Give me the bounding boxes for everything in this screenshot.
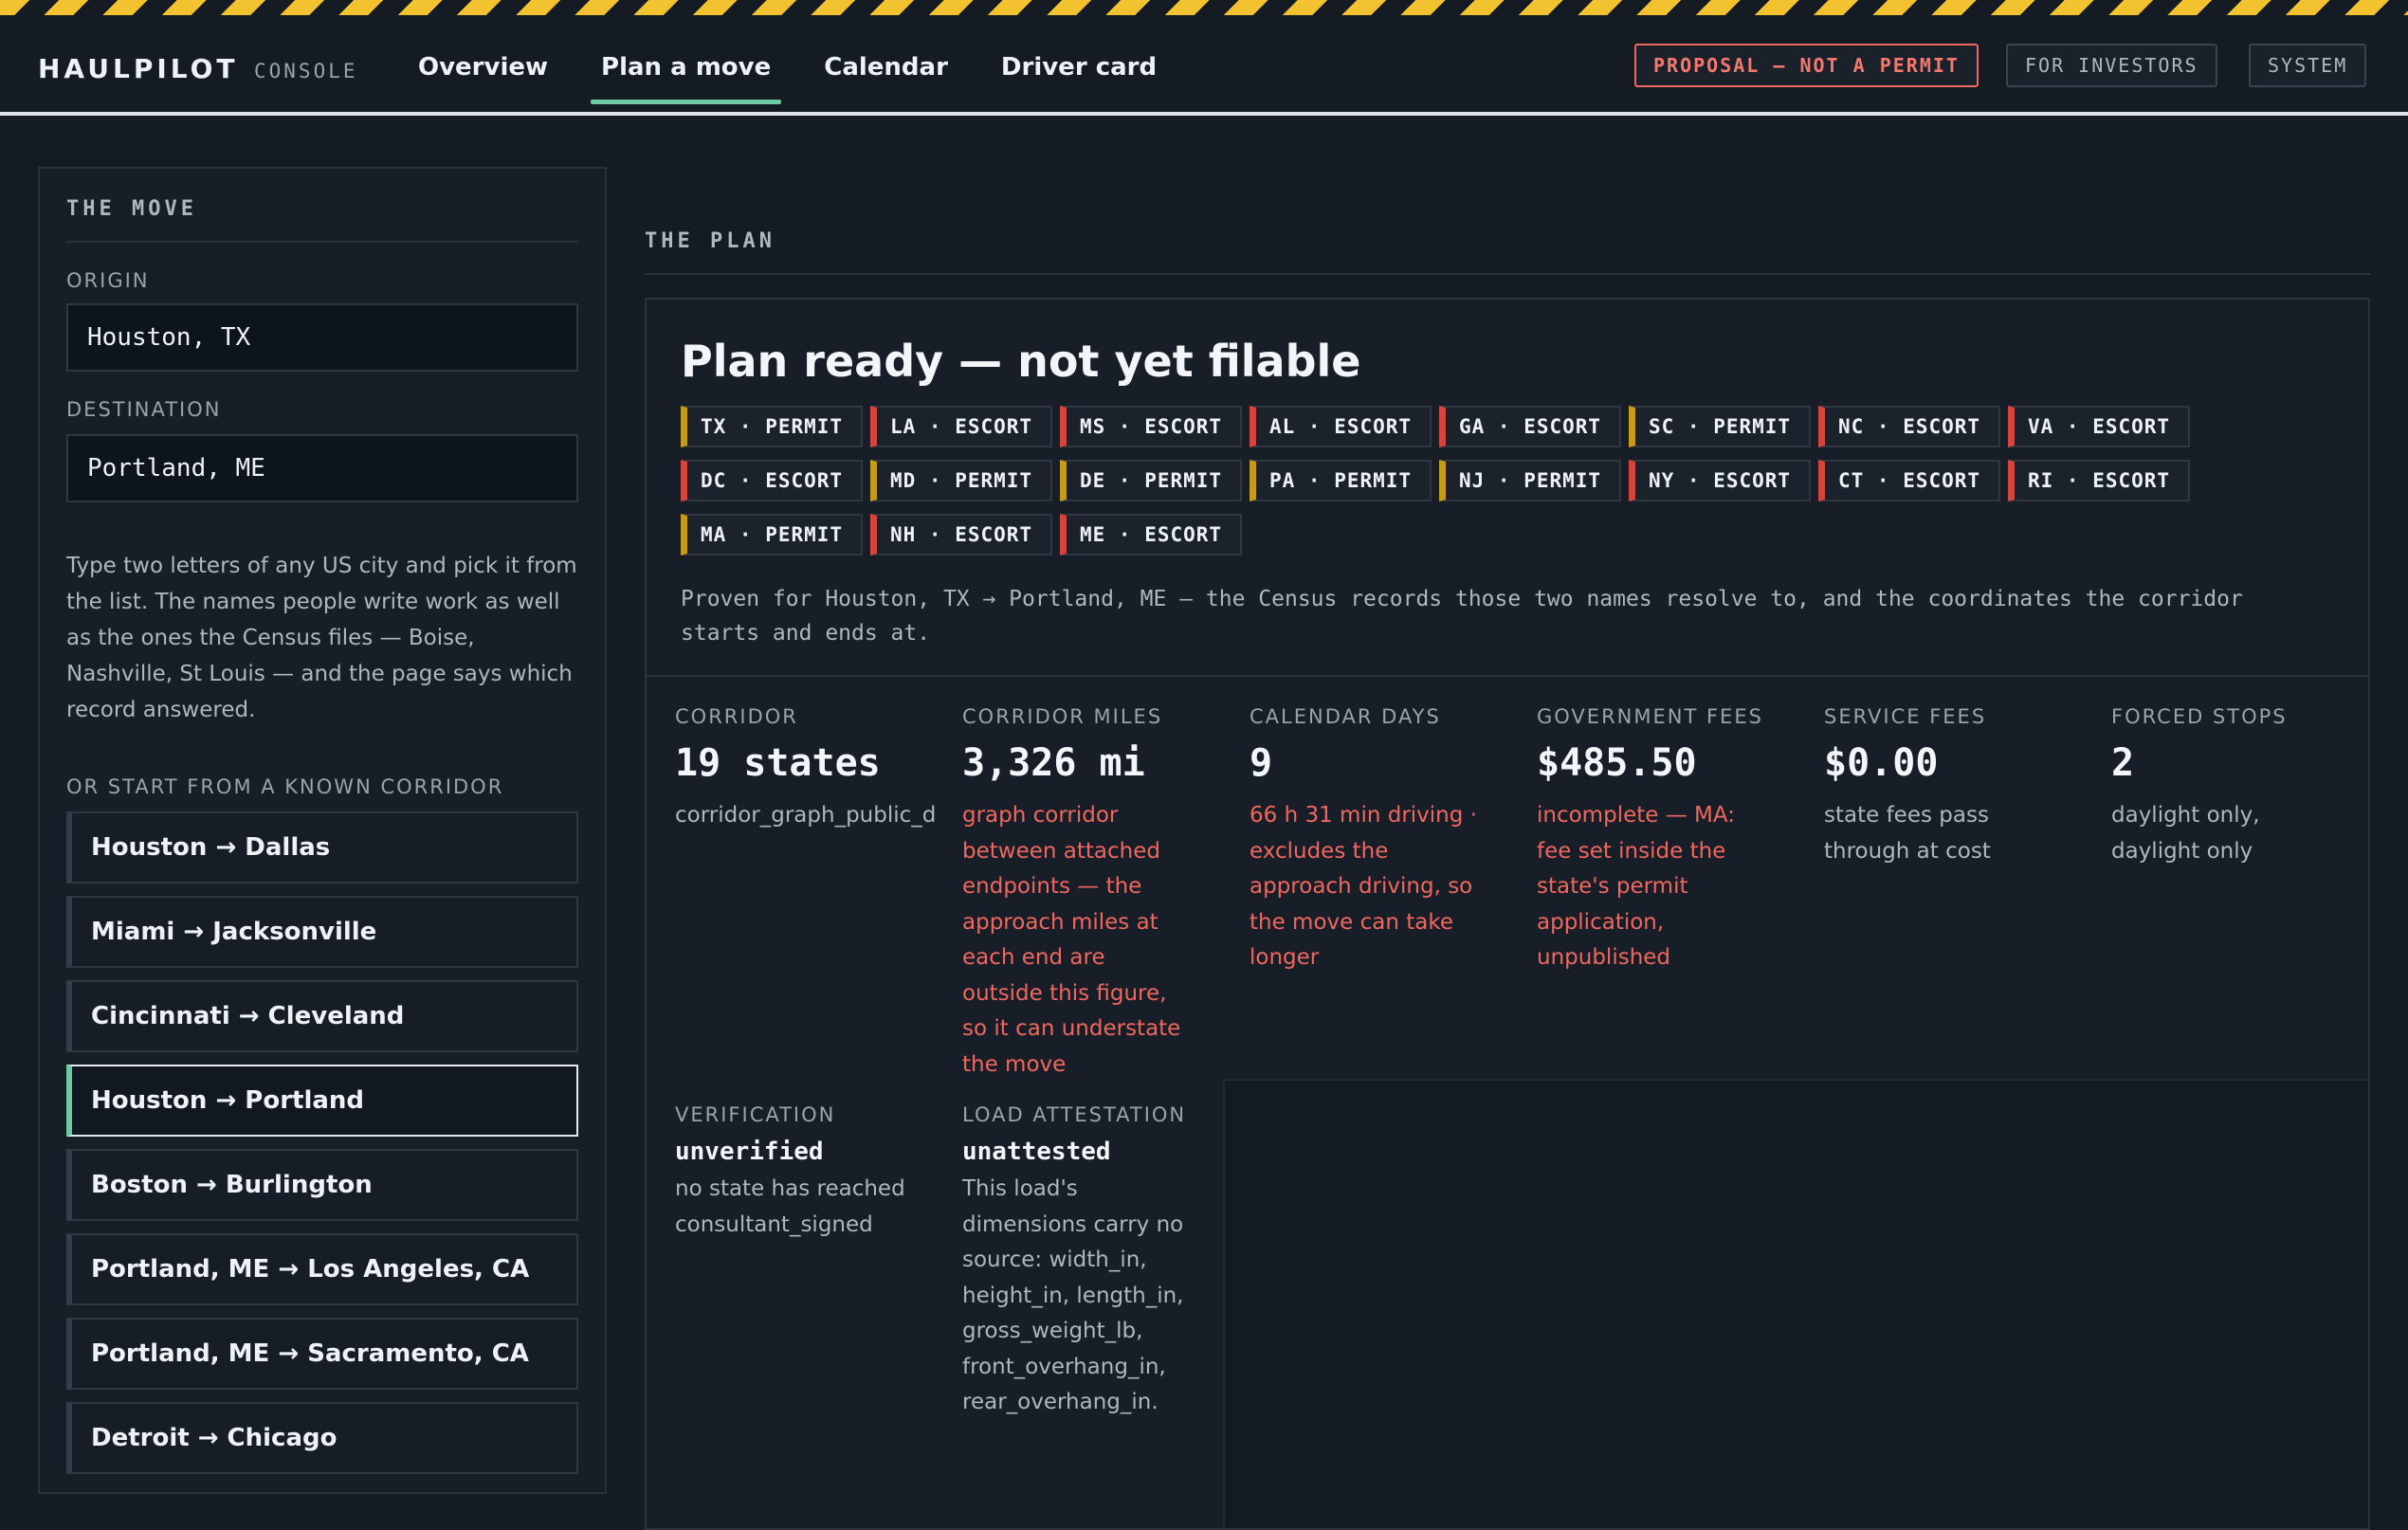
stat-corridor-miles: CORRIDOR MILES 3,326 mi graph corridor b… [962, 705, 1237, 1083]
stat-note: 66 h 31 min driving · excludes the appro… [1250, 803, 1477, 970]
state-chip[interactable]: CT · ESCORT [1818, 460, 2000, 501]
stat-label: VERIFICATION [675, 1103, 836, 1126]
state-chip[interactable]: VA · ESCORT [2008, 406, 2190, 447]
stat-value: 3,326 mi [962, 741, 1145, 785]
state-chip[interactable]: MS · ESCORT [1060, 406, 1242, 447]
corridor-item-selected[interactable]: Houston → Portland [66, 1065, 578, 1137]
stat-label: FORCED STOPS [2111, 705, 2288, 728]
detail-pane [1223, 1079, 2368, 1528]
stat-label: SERVICE FEES [1824, 705, 1987, 728]
stat-value: unattested [962, 1138, 1111, 1166]
stat-note: no state has reached consultant_signed [675, 1176, 905, 1237]
destination-label: DESTINATION [66, 398, 222, 421]
state-chip[interactable]: TX · PERMIT [681, 406, 863, 447]
stat-load-attestation: LOAD ATTESTATION unattested This load's … [962, 1103, 1237, 1421]
corridor-item[interactable]: Detroit → Chicago [66, 1402, 578, 1474]
state-chip[interactable]: NY · ESCORT [1629, 460, 1811, 501]
stat-value: 2 [2111, 741, 2135, 785]
destination-input[interactable]: Portland, ME [66, 434, 578, 502]
stat-forced-stops: FORCED STOPS 2 daylight only, daylight o… [2111, 705, 2386, 869]
divider [647, 675, 2368, 677]
plan-card: Plan ready — not yet filable TX · PERMIT… [645, 298, 2370, 1530]
tab-driver-card[interactable]: Driver card [981, 44, 1177, 95]
help-text: Type two letters of any US city and pick… [66, 554, 577, 722]
stat-government-fees: GOVERNMENT FEES $485.50 incomplete — MA:… [1537, 705, 1812, 976]
state-chip[interactable]: MA · PERMIT [681, 514, 863, 556]
top-bar: HAULPILOT CONSOLE Overview Plan a move C… [0, 15, 2408, 116]
stat-note: incomplete — MA: fee set inside the stat… [1537, 803, 1735, 970]
stat-calendar-days: CALENDAR DAYS 9 66 h 31 min driving · ex… [1250, 705, 1524, 976]
corridor-item[interactable]: Portland, ME → Sacramento, CA [66, 1318, 578, 1390]
stat-note: graph corridor between attached endpoint… [962, 803, 1181, 1077]
system-button[interactable]: SYSTEM [2249, 44, 2367, 87]
state-chip[interactable]: NC · ESCORT [1818, 406, 2000, 447]
stat-label: CORRIDOR MILES [962, 705, 1163, 728]
origin-input[interactable]: Houston, TX [66, 303, 578, 372]
main-nav: Overview Plan a move Calendar Driver car… [398, 44, 1190, 104]
state-chip[interactable]: GA · ESCORT [1439, 406, 1621, 447]
for-investors-button[interactable]: FOR INVESTORS [2006, 44, 2217, 87]
state-chip[interactable]: MD · PERMIT [870, 460, 1052, 501]
state-chip-list: TX · PERMIT LA · ESCORT MS · ESCORT AL ·… [681, 406, 2311, 568]
stat-value: 19 states [675, 741, 881, 785]
stat-note: state fees pass through at cost [1824, 803, 1991, 864]
state-chip[interactable]: PA · PERMIT [1250, 460, 1432, 501]
hazard-stripe [0, 0, 2408, 15]
known-corridor-label: OR START FROM A KNOWN CORRIDOR [66, 775, 504, 798]
move-panel: THE MOVE ORIGIN Houston, TX DESTINATION … [38, 167, 607, 1494]
stat-note: corridor_graph_public_data [675, 803, 935, 828]
stat-label: LOAD ATTESTATION [962, 1103, 1187, 1126]
plan-status-title: Plan ready — not yet filable [681, 336, 1361, 387]
stat-value: unverified [675, 1138, 824, 1166]
tab-calendar[interactable]: Calendar [804, 44, 968, 95]
proven-note: Proven for Houston, TX → Portland, ME — … [681, 587, 2243, 646]
stat-note: daylight only, daylight only [2111, 803, 2260, 864]
corridor-item[interactable]: Portland, ME → Los Angeles, CA [66, 1233, 578, 1305]
stat-corridor: CORRIDOR 19 states corridor_graph_public… [675, 705, 950, 834]
divider [66, 241, 578, 243]
stat-label: CALENDAR DAYS [1250, 705, 1441, 728]
stat-value: $485.50 [1537, 741, 1697, 785]
state-chip[interactable]: AL · ESCORT [1250, 406, 1432, 447]
brand-logo[interactable]: HAULPILOT [38, 53, 239, 84]
state-chip[interactable]: ME · ESCORT [1060, 514, 1242, 556]
stat-label: GOVERNMENT FEES [1537, 705, 1763, 728]
corridor-item[interactable]: Houston → Dallas [66, 811, 578, 883]
stat-note: This load's dimensions carry no source: … [962, 1176, 1184, 1414]
corridor-item[interactable]: Miami → Jacksonville [66, 896, 578, 968]
state-chip[interactable]: DE · PERMIT [1060, 460, 1242, 501]
origin-label: ORIGIN [66, 269, 150, 292]
state-chip[interactable]: NH · ESCORT [870, 514, 1052, 556]
stat-label: CORRIDOR [675, 705, 798, 728]
brand-subtitle: CONSOLE [254, 60, 358, 82]
state-chip[interactable]: SC · PERMIT [1629, 406, 1811, 447]
corridor-list: Houston → Dallas Miami → Jacksonville Ci… [66, 811, 578, 1486]
proposal-badge[interactable]: PROPOSAL — NOT A PERMIT [1634, 44, 1979, 87]
stat-verification: VERIFICATION unverified no state has rea… [675, 1103, 950, 1243]
stat-value: $0.00 [1824, 741, 1939, 785]
plan-section-title: THE PLAN [645, 229, 775, 253]
stat-service-fees: SERVICE FEES $0.00 state fees pass throu… [1824, 705, 2099, 869]
tab-overview[interactable]: Overview [398, 44, 568, 95]
state-chip[interactable]: LA · ESCORT [870, 406, 1052, 447]
state-chip[interactable]: NJ · PERMIT [1439, 460, 1621, 501]
state-chip[interactable]: RI · ESCORT [2008, 460, 2190, 501]
stat-value: 9 [1250, 741, 1273, 785]
divider [645, 273, 2370, 275]
corridor-item[interactable]: Boston → Burlington [66, 1149, 578, 1221]
state-chip[interactable]: DC · ESCORT [681, 460, 863, 501]
tab-plan-a-move[interactable]: Plan a move [581, 44, 791, 104]
move-panel-title: THE MOVE [66, 197, 197, 221]
corridor-item[interactable]: Cincinnati → Cleveland [66, 980, 578, 1052]
